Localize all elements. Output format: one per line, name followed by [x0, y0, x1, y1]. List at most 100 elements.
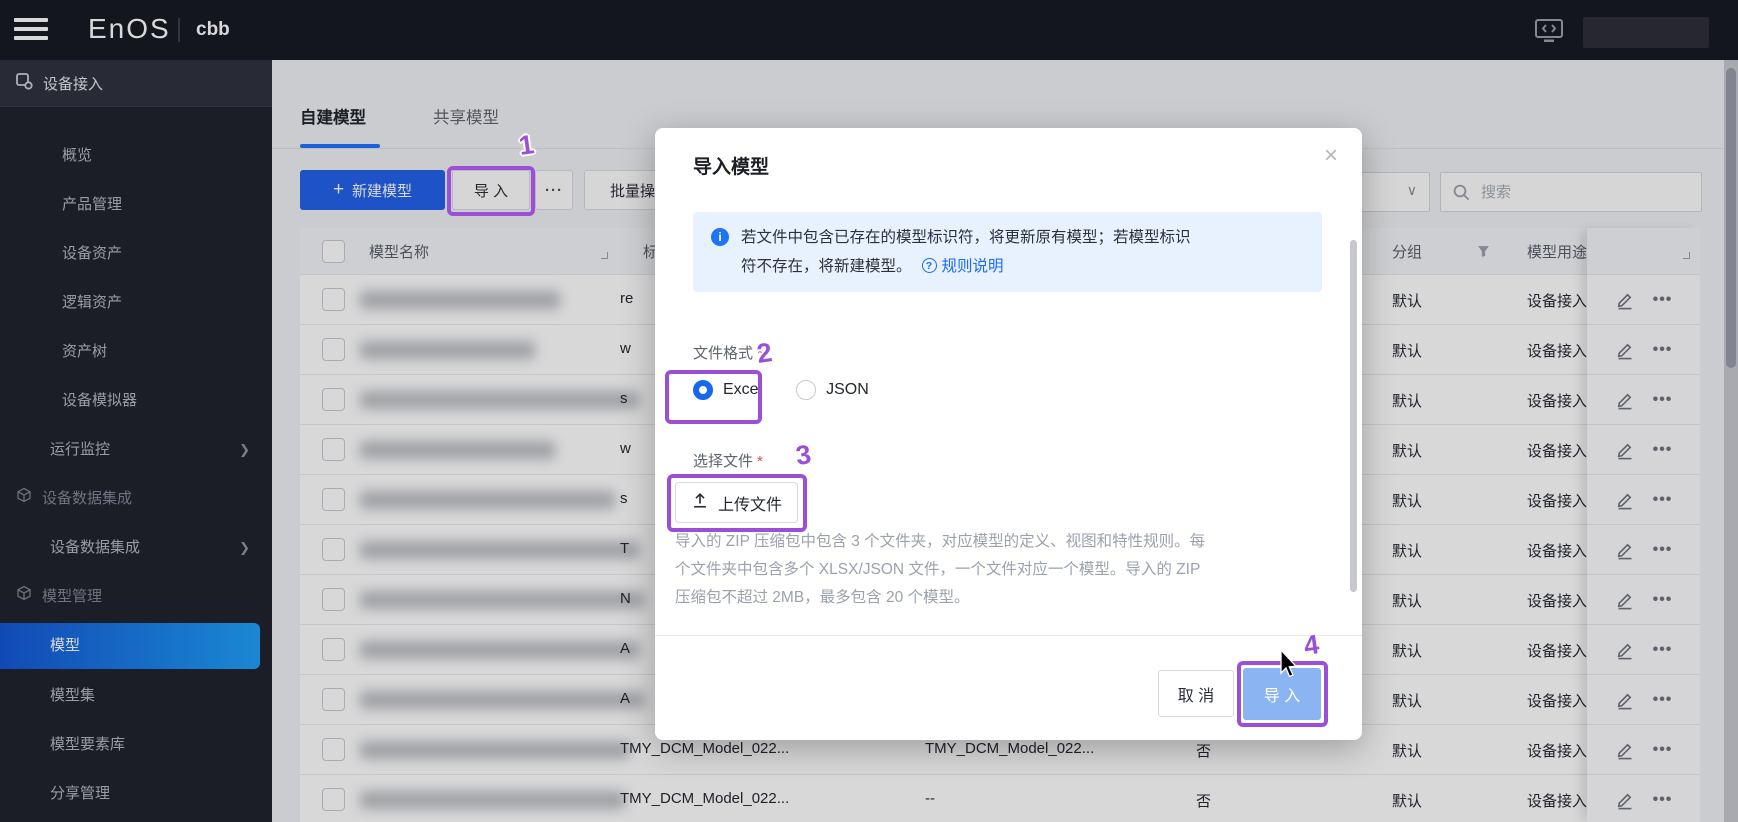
more-actions-icon[interactable]: •••: [1653, 591, 1673, 609]
select-all-checkbox[interactable]: [322, 240, 345, 263]
sidebar-item-逻辑资产[interactable]: 逻辑资产: [0, 278, 272, 327]
chevron-right-icon: ❯: [239, 523, 250, 572]
column-resize-handle[interactable]: [601, 252, 608, 259]
close-icon[interactable]: ×: [1324, 144, 1338, 168]
edit-icon[interactable]: [1615, 540, 1635, 560]
console-monitor-icon[interactable]: [1535, 19, 1563, 43]
edit-icon[interactable]: [1615, 740, 1635, 760]
upload-icon: [691, 491, 709, 514]
cell-usage: 设备接入: [1527, 340, 1589, 361]
row-checkbox[interactable]: [322, 288, 345, 311]
edit-icon[interactable]: [1615, 440, 1635, 460]
radio-json[interactable]: [796, 380, 816, 400]
edit-icon[interactable]: [1615, 790, 1635, 810]
cell-model-identifier: w: [620, 340, 631, 357]
cell-model-identifier: A: [620, 690, 630, 707]
action-row: •••: [1587, 425, 1700, 475]
more-actions-icon[interactable]: •••: [1653, 541, 1673, 559]
edit-icon[interactable]: [1615, 490, 1635, 510]
page-scrollbar-track[interactable]: [1724, 60, 1738, 822]
tab-own-models[interactable]: 自建模型: [300, 104, 366, 128]
alert-text: 符不存在，将新建模型。: [741, 254, 912, 276]
dialog-scrollbar-thumb[interactable]: [1350, 240, 1357, 592]
sidebar-item-设备资产[interactable]: 设备资产: [0, 229, 272, 278]
radio-excel-selected[interactable]: [693, 380, 713, 400]
sidebar-item-资产树[interactable]: 资产树: [0, 327, 272, 376]
action-row: •••: [1587, 725, 1700, 775]
sidebar-item-产品管理[interactable]: 产品管理: [0, 180, 272, 229]
edit-icon[interactable]: [1615, 690, 1635, 710]
sidebar-item-设备数据集成[interactable]: 设备数据集成❯: [0, 523, 272, 572]
more-actions-icon[interactable]: •••: [1653, 691, 1673, 709]
sidebar-section-模型管理: 模型管理: [0, 572, 272, 621]
row-checkbox[interactable]: [322, 538, 345, 561]
row-checkbox[interactable]: [322, 438, 345, 461]
edit-icon[interactable]: [1615, 340, 1635, 360]
radio-excel-label: Excel: [723, 381, 762, 399]
redacted-model-name: [360, 441, 555, 459]
edit-icon[interactable]: [1615, 290, 1635, 310]
more-actions-icon[interactable]: •••: [1653, 291, 1673, 309]
edit-icon[interactable]: [1615, 640, 1635, 660]
more-actions-icon[interactable]: •••: [1653, 391, 1673, 409]
sidebar-item-概览[interactable]: 概览: [0, 131, 272, 180]
new-model-button[interactable]: + 新建模型: [300, 170, 445, 210]
more-actions-icon[interactable]: •••: [1653, 441, 1673, 459]
more-actions-icon[interactable]: •••: [1653, 341, 1673, 359]
cell-parent-model: TMY_DCM_Model_022...: [925, 740, 1094, 757]
alert-text-line2: 符不存在，将新建模型。 ? 规则说明: [741, 254, 1004, 276]
row-checkbox[interactable]: [322, 788, 345, 811]
file-format-label-text: 文件格式: [693, 345, 753, 362]
upload-button-label: 上传文件: [718, 491, 782, 515]
user-account-redacted[interactable]: [1583, 17, 1709, 48]
column-header-usage: 模型用途: [1527, 241, 1589, 262]
tab-shared-models[interactable]: 共享模型: [433, 104, 499, 128]
cell-group: 默认: [1392, 390, 1422, 411]
search-icon: [1453, 184, 1470, 201]
import-button[interactable]: 导 入: [452, 170, 530, 210]
upload-file-button[interactable]: 上传文件: [675, 482, 798, 523]
more-actions-icon[interactable]: •••: [1653, 741, 1673, 759]
row-checkbox[interactable]: [322, 588, 345, 611]
more-actions-icon[interactable]: •••: [1653, 791, 1673, 809]
column-header-group: 分组: [1392, 241, 1422, 262]
page-scrollbar-thumb[interactable]: [1726, 68, 1736, 368]
search-input[interactable]: [1479, 177, 1689, 207]
row-checkbox[interactable]: [322, 638, 345, 661]
sidebar-item-模型集[interactable]: 模型集: [0, 671, 272, 720]
sidebar-item-设备模拟器[interactable]: 设备模拟器: [0, 376, 272, 425]
edit-icon[interactable]: [1615, 390, 1635, 410]
row-checkbox[interactable]: [322, 488, 345, 511]
more-actions-icon[interactable]: •••: [1653, 491, 1673, 509]
row-checkbox[interactable]: [322, 338, 345, 361]
redacted-model-name: [360, 341, 535, 359]
device-access-icon: [15, 72, 33, 94]
more-actions-button[interactable]: ···: [535, 170, 573, 210]
sidebar-item-模型要素库[interactable]: 模型要素库: [0, 720, 272, 769]
filter-funnel-icon[interactable]: [1477, 245, 1490, 262]
plus-icon: +: [333, 179, 344, 201]
cube-icon: [16, 474, 32, 523]
column-resize-handle[interactable]: [1683, 252, 1690, 259]
action-row: •••: [1587, 475, 1700, 525]
top-header: EnOS cbb: [0, 0, 1738, 60]
row-checkbox[interactable]: [322, 688, 345, 711]
row-checkbox[interactable]: [322, 738, 345, 761]
sidebar-item-分享管理[interactable]: 分享管理: [0, 769, 272, 818]
sidebar-app-device-access[interactable]: 设备接入: [0, 60, 272, 107]
cell-group: 默认: [1392, 340, 1422, 361]
action-column-header: [1587, 228, 1700, 275]
sidebar-item-运行监控[interactable]: 运行监控❯: [0, 425, 272, 474]
cancel-button[interactable]: 取 消: [1158, 670, 1234, 717]
search-box: [1440, 172, 1702, 212]
edit-icon[interactable]: [1615, 590, 1635, 610]
cell-usage: 设备接入: [1527, 490, 1589, 511]
cell-usage: 设备接入: [1527, 690, 1589, 711]
redacted-model-name: [360, 591, 645, 609]
more-actions-icon[interactable]: •••: [1653, 641, 1673, 659]
rule-description-link[interactable]: 规则说明: [942, 254, 1004, 276]
row-checkbox[interactable]: [322, 388, 345, 411]
hamburger-menu-icon[interactable]: [14, 18, 50, 42]
upload-hint-line: 导入的 ZIP 压缩包中包含 3 个文件夹，对应模型的定义、视图和特性规则。每: [675, 528, 1320, 556]
sidebar-item-模型[interactable]: 模型: [0, 623, 260, 669]
